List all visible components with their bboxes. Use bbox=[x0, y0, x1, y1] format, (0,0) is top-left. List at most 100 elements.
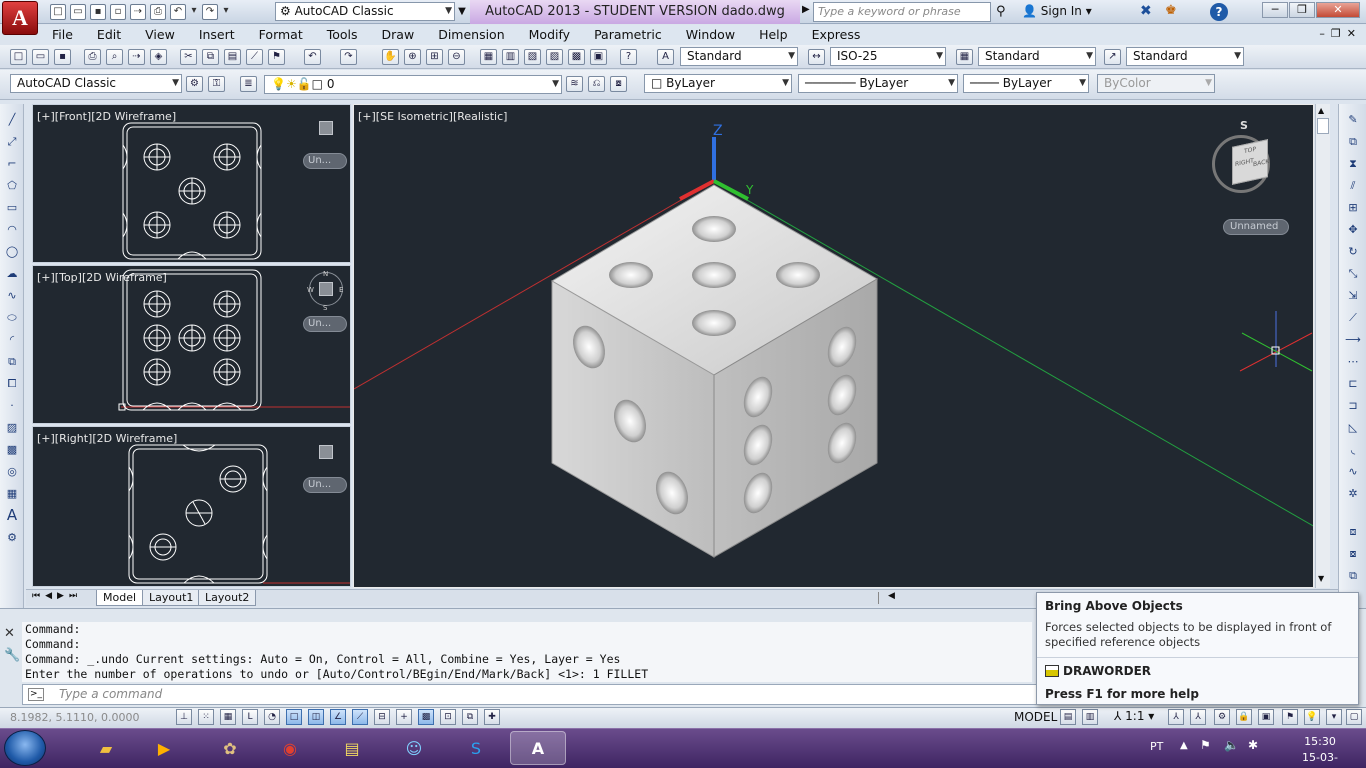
polygon-icon[interactable]: ⬠ bbox=[4, 178, 20, 193]
plotstyle-combo[interactable]: ByColor ▼ bbox=[1097, 74, 1215, 93]
menu-express[interactable]: Express bbox=[800, 25, 873, 45]
document-window-controls[interactable]: –❐✕ bbox=[1319, 27, 1362, 40]
markup-icon[interactable]: ▩ bbox=[568, 49, 585, 65]
text-style-icon[interactable]: A bbox=[657, 49, 674, 65]
make-block-icon[interactable]: ⧠ bbox=[4, 376, 20, 391]
auto-scale-icon[interactable]: ⅄ bbox=[1190, 709, 1206, 725]
plot-icon[interactable]: ⎙ bbox=[84, 49, 101, 65]
workspace-combo[interactable]: AutoCAD Classic ▼ bbox=[10, 74, 182, 93]
stay-connected-icon[interactable]: ♚ bbox=[1165, 3, 1177, 18]
ellipse-icon[interactable]: ⬭ bbox=[4, 310, 20, 325]
copy-icon[interactable]: ⧉ bbox=[202, 49, 219, 65]
annotation-monitor-icon[interactable]: ✚ bbox=[484, 709, 500, 725]
viewcube-face-right[interactable]: RIGHT bbox=[1235, 157, 1254, 168]
block-editor-icon[interactable]: ⚑ bbox=[268, 49, 285, 65]
viewcube-icon[interactable] bbox=[319, 282, 333, 296]
quick-view-layouts-icon[interactable]: ▤ bbox=[1060, 709, 1076, 725]
exchange-icon[interactable]: ✖ bbox=[1140, 3, 1152, 19]
rectangle-icon[interactable]: ▭ bbox=[4, 200, 20, 215]
construction-line-icon[interactable]: ⤢ bbox=[4, 134, 20, 149]
network-icon[interactable]: ✱ bbox=[1248, 738, 1258, 752]
break-at-point-icon[interactable]: ⋯ bbox=[1345, 354, 1361, 369]
sheet-set-icon[interactable]: ▨ bbox=[546, 49, 563, 65]
ortho-mode-icon[interactable]: L bbox=[242, 709, 258, 725]
workspace-switching-icon[interactable]: ⚙ bbox=[1214, 709, 1230, 725]
expand-arrow-icon[interactable]: ▶ bbox=[802, 4, 810, 15]
plot-icon[interactable]: ⎙ bbox=[150, 4, 166, 20]
dynamic-ucs-icon[interactable]: ⟋ bbox=[352, 709, 368, 725]
ucs-menu[interactable]: Unnamed bbox=[1223, 219, 1289, 235]
saveas-icon[interactable]: ▫ bbox=[110, 4, 126, 20]
menu-file[interactable]: File bbox=[40, 25, 85, 45]
sign-in-button[interactable]: 👤 Sign In ▾ bbox=[1022, 4, 1092, 18]
cut-icon[interactable]: ✂ bbox=[180, 49, 197, 65]
menu-draw[interactable]: Draw bbox=[370, 25, 427, 45]
coordinate-display[interactable]: 8.1982, 5.1110, 0.0000 bbox=[10, 711, 139, 724]
ellipse-arc-icon[interactable]: ◜ bbox=[4, 332, 20, 347]
people-icon[interactable]: ☺ bbox=[386, 731, 442, 765]
make-current-layer-icon[interactable]: ≋ bbox=[566, 76, 583, 92]
gradient-icon[interactable]: ▩ bbox=[4, 442, 20, 457]
polyline-icon[interactable]: ⌐ bbox=[4, 156, 20, 171]
layer-combo[interactable]: 💡☀🔓□ 0 ▼ bbox=[264, 75, 562, 94]
table-style-combo[interactable]: Standard ▼ bbox=[978, 47, 1096, 66]
join-icon[interactable]: ⊐ bbox=[1345, 398, 1361, 413]
publish-icon[interactable]: ⇢ bbox=[130, 4, 146, 20]
tab-model[interactable]: Model bbox=[96, 590, 144, 606]
object-snap-tracking-icon[interactable]: ∠ bbox=[330, 709, 346, 725]
ucs-menu[interactable]: Un... bbox=[303, 477, 347, 493]
minimize-button[interactable]: ─ bbox=[1262, 2, 1288, 18]
offset-icon[interactable]: ⫽ bbox=[1345, 178, 1361, 193]
qat-customize-icon[interactable]: ▼ bbox=[456, 3, 468, 21]
layer-previous-icon[interactable]: ⎌ bbox=[588, 76, 605, 92]
search-input[interactable]: Type a keyword or phrase bbox=[813, 2, 991, 22]
clean-screen-icon[interactable]: ▢ bbox=[1346, 709, 1362, 725]
qnew-icon[interactable]: □ bbox=[10, 49, 27, 65]
redo-dropdown-icon[interactable]: ▾ bbox=[222, 4, 230, 20]
multileader-style-icon[interactable]: ↗ bbox=[1104, 49, 1121, 65]
fillet-icon[interactable]: ◟ bbox=[1345, 442, 1361, 457]
workspace-switcher[interactable]: ⚙ AutoCAD Classic ▼ bbox=[275, 2, 455, 21]
viewport-top[interactable]: [+][Top][2D Wireframe] N S E W Un... bbox=[32, 265, 351, 424]
rotate-icon[interactable]: ↻ bbox=[1345, 244, 1361, 259]
move-icon[interactable]: ✥ bbox=[1345, 222, 1361, 237]
draworder-back-icon[interactable]: ⧇ bbox=[1345, 546, 1361, 561]
scale-icon[interactable]: ⤡ bbox=[1345, 266, 1361, 281]
viewcube-face-back[interactable]: BACK bbox=[1253, 158, 1269, 168]
viewport-front[interactable]: [+][Front][2D Wireframe] Un... bbox=[32, 104, 351, 263]
plot-preview-icon[interactable]: ⌕ bbox=[106, 49, 123, 65]
zoom-previous-icon[interactable]: ⊖ bbox=[448, 49, 465, 65]
menu-help[interactable]: Help bbox=[747, 25, 800, 45]
application-menu-button[interactable]: A bbox=[2, 1, 38, 35]
ucs-menu[interactable]: Un... bbox=[303, 316, 347, 332]
color-combo[interactable]: □ ByLayer ▼ bbox=[644, 74, 792, 93]
circle-icon[interactable]: ◯ bbox=[4, 244, 20, 259]
dim-style-icon[interactable]: ↔ bbox=[808, 49, 825, 65]
dynamic-input-icon[interactable]: ⊟ bbox=[374, 709, 390, 725]
tab-layout1[interactable]: Layout1 bbox=[142, 590, 201, 606]
line-icon[interactable]: ╱ bbox=[4, 112, 20, 127]
scroll-left-arrow-icon[interactable]: ◀ bbox=[888, 591, 895, 601]
point-icon[interactable]: · bbox=[4, 398, 20, 413]
viewport-right[interactable]: [+][Right][2D Wireframe] Un... bbox=[32, 426, 351, 587]
mirror-icon[interactable]: ⧗ bbox=[1345, 156, 1361, 171]
copy-icon[interactable]: ⧉ bbox=[1345, 134, 1361, 149]
action-center-flag-icon[interactable]: ⚑ bbox=[1200, 738, 1211, 752]
autocad-taskbar-icon[interactable]: A bbox=[510, 731, 566, 765]
help-icon[interactable]: ? bbox=[620, 49, 637, 65]
infer-constraints-icon[interactable]: ⊥ bbox=[176, 709, 192, 725]
lineweight-icon[interactable]: + bbox=[396, 709, 412, 725]
stretch-icon[interactable]: ⇲ bbox=[1345, 288, 1361, 303]
erase-icon[interactable]: ✎ bbox=[1345, 112, 1361, 127]
break-icon[interactable]: ⊏ bbox=[1345, 376, 1361, 391]
text-style-combo[interactable]: Standard ▼ bbox=[680, 47, 798, 66]
zoom-realtime-icon[interactable]: ⊕ bbox=[404, 49, 421, 65]
scroll-up-arrow-icon[interactable]: ▲ bbox=[1318, 106, 1324, 115]
undo-icon[interactable]: ↶ bbox=[304, 49, 321, 65]
annotation-visibility-icon[interactable]: ⅄ bbox=[1168, 709, 1184, 725]
hatch-icon[interactable]: ▨ bbox=[4, 420, 20, 435]
menu-tools[interactable]: Tools bbox=[315, 25, 370, 45]
redo-icon[interactable]: ↷ bbox=[202, 4, 218, 20]
lineweight-combo[interactable]: ──── ByLayer ▼ bbox=[963, 74, 1089, 93]
language-indicator[interactable]: PT bbox=[1150, 740, 1163, 753]
